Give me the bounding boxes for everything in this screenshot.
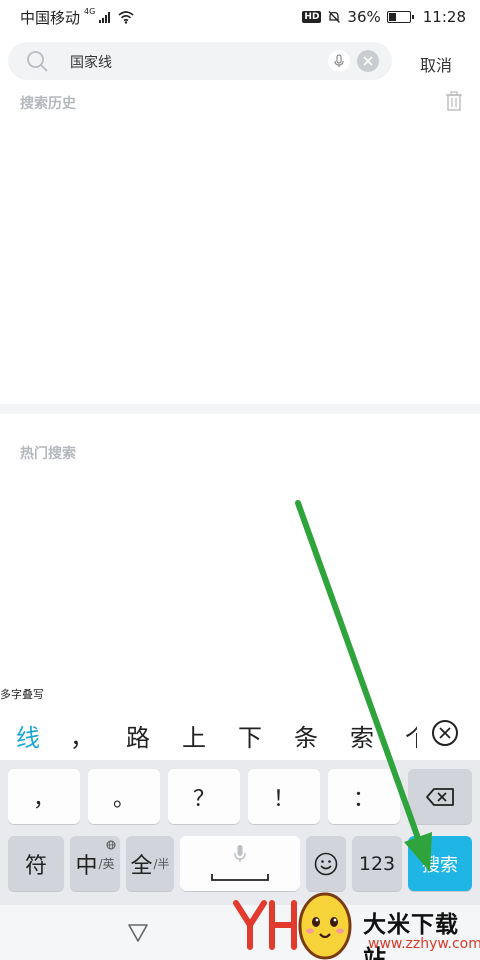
trash-icon[interactable]	[445, 91, 463, 111]
language-main-label: 中	[75, 853, 98, 879]
handwriting-mode-label: 多字叠写	[0, 688, 44, 701]
signal-icon	[99, 11, 111, 23]
mute-icon	[328, 11, 341, 23]
key-question[interactable]: ？	[168, 769, 240, 824]
network-type-label: 4G	[84, 6, 96, 16]
cancel-button[interactable]: 取消	[420, 52, 452, 76]
candidate-word[interactable]: 条	[294, 718, 318, 753]
space-key[interactable]	[180, 836, 300, 891]
section-divider	[0, 404, 480, 414]
clear-search-button[interactable]	[357, 50, 379, 72]
globe-icon	[106, 840, 116, 850]
microphone-icon	[234, 845, 246, 862]
candidate-word[interactable]: 线	[16, 718, 40, 753]
search-bar[interactable]: 国家线	[8, 42, 392, 80]
key-period[interactable]: 。	[88, 769, 160, 824]
close-icon	[439, 727, 451, 739]
hd-icon: HD	[302, 11, 322, 23]
width-switch-key[interactable]: 全/半	[126, 836, 174, 891]
width-alt-label: /半	[153, 857, 170, 871]
emoji-key[interactable]	[306, 836, 346, 891]
candidate-word[interactable]: 索	[350, 718, 374, 753]
battery-icon	[386, 11, 414, 23]
candidate-word[interactable]: ，	[70, 718, 94, 753]
wifi-icon	[118, 10, 134, 24]
key-exclamation[interactable]: ！	[248, 769, 320, 824]
status-right: HD 36% 11:28	[302, 8, 466, 26]
candidate-word[interactable]: 个	[405, 718, 417, 753]
candidate-bar: 线 ， 路 上 下 条 索 个	[0, 704, 480, 760]
search-input[interactable]: 国家线	[70, 52, 112, 72]
search-key[interactable]: 搜索	[408, 836, 472, 891]
keyboard: ， 。 ？ ！ ： 符 中/英 全/半 123 搜索	[0, 760, 480, 905]
candidate-word[interactable]: 下	[238, 718, 262, 753]
voice-search-button[interactable]	[328, 50, 350, 72]
back-nav-icon[interactable]	[127, 923, 149, 943]
carrier-label: 中国移动	[20, 8, 81, 27]
hot-search-title: 热门搜索	[20, 446, 76, 462]
backspace-icon	[426, 787, 454, 806]
watermark-mascot	[298, 892, 352, 960]
status-bar: 中国移动 4G HD 36% 11:28	[0, 0, 480, 34]
battery-percent: 36%	[347, 8, 381, 26]
search-icon	[27, 51, 48, 72]
backspace-key[interactable]	[408, 769, 472, 824]
status-left: 中国移动 4G	[20, 7, 134, 28]
delete-candidates-button[interactable]	[432, 720, 458, 746]
numbers-key[interactable]: 123	[352, 836, 402, 891]
close-icon	[363, 56, 373, 66]
space-bar-icon	[211, 874, 269, 881]
watermark-logo	[233, 900, 297, 950]
search-history-title: 搜索历史	[20, 96, 76, 112]
language-alt-label: /英	[98, 857, 115, 871]
language-switch-key[interactable]: 中/英	[70, 836, 120, 891]
watermark-url: www.zzhyw.com	[368, 936, 480, 952]
key-colon[interactable]: ：	[328, 769, 400, 824]
candidate-word[interactable]: 上	[182, 718, 206, 753]
width-main-label: 全	[130, 853, 153, 879]
microphone-icon	[334, 54, 344, 67]
key-comma[interactable]: ，	[8, 769, 80, 824]
clock: 11:28	[422, 8, 466, 26]
emoji-icon	[314, 852, 338, 875]
battery-level	[388, 13, 396, 21]
symbols-key[interactable]: 符	[8, 836, 64, 891]
candidate-word[interactable]: 路	[126, 718, 150, 753]
